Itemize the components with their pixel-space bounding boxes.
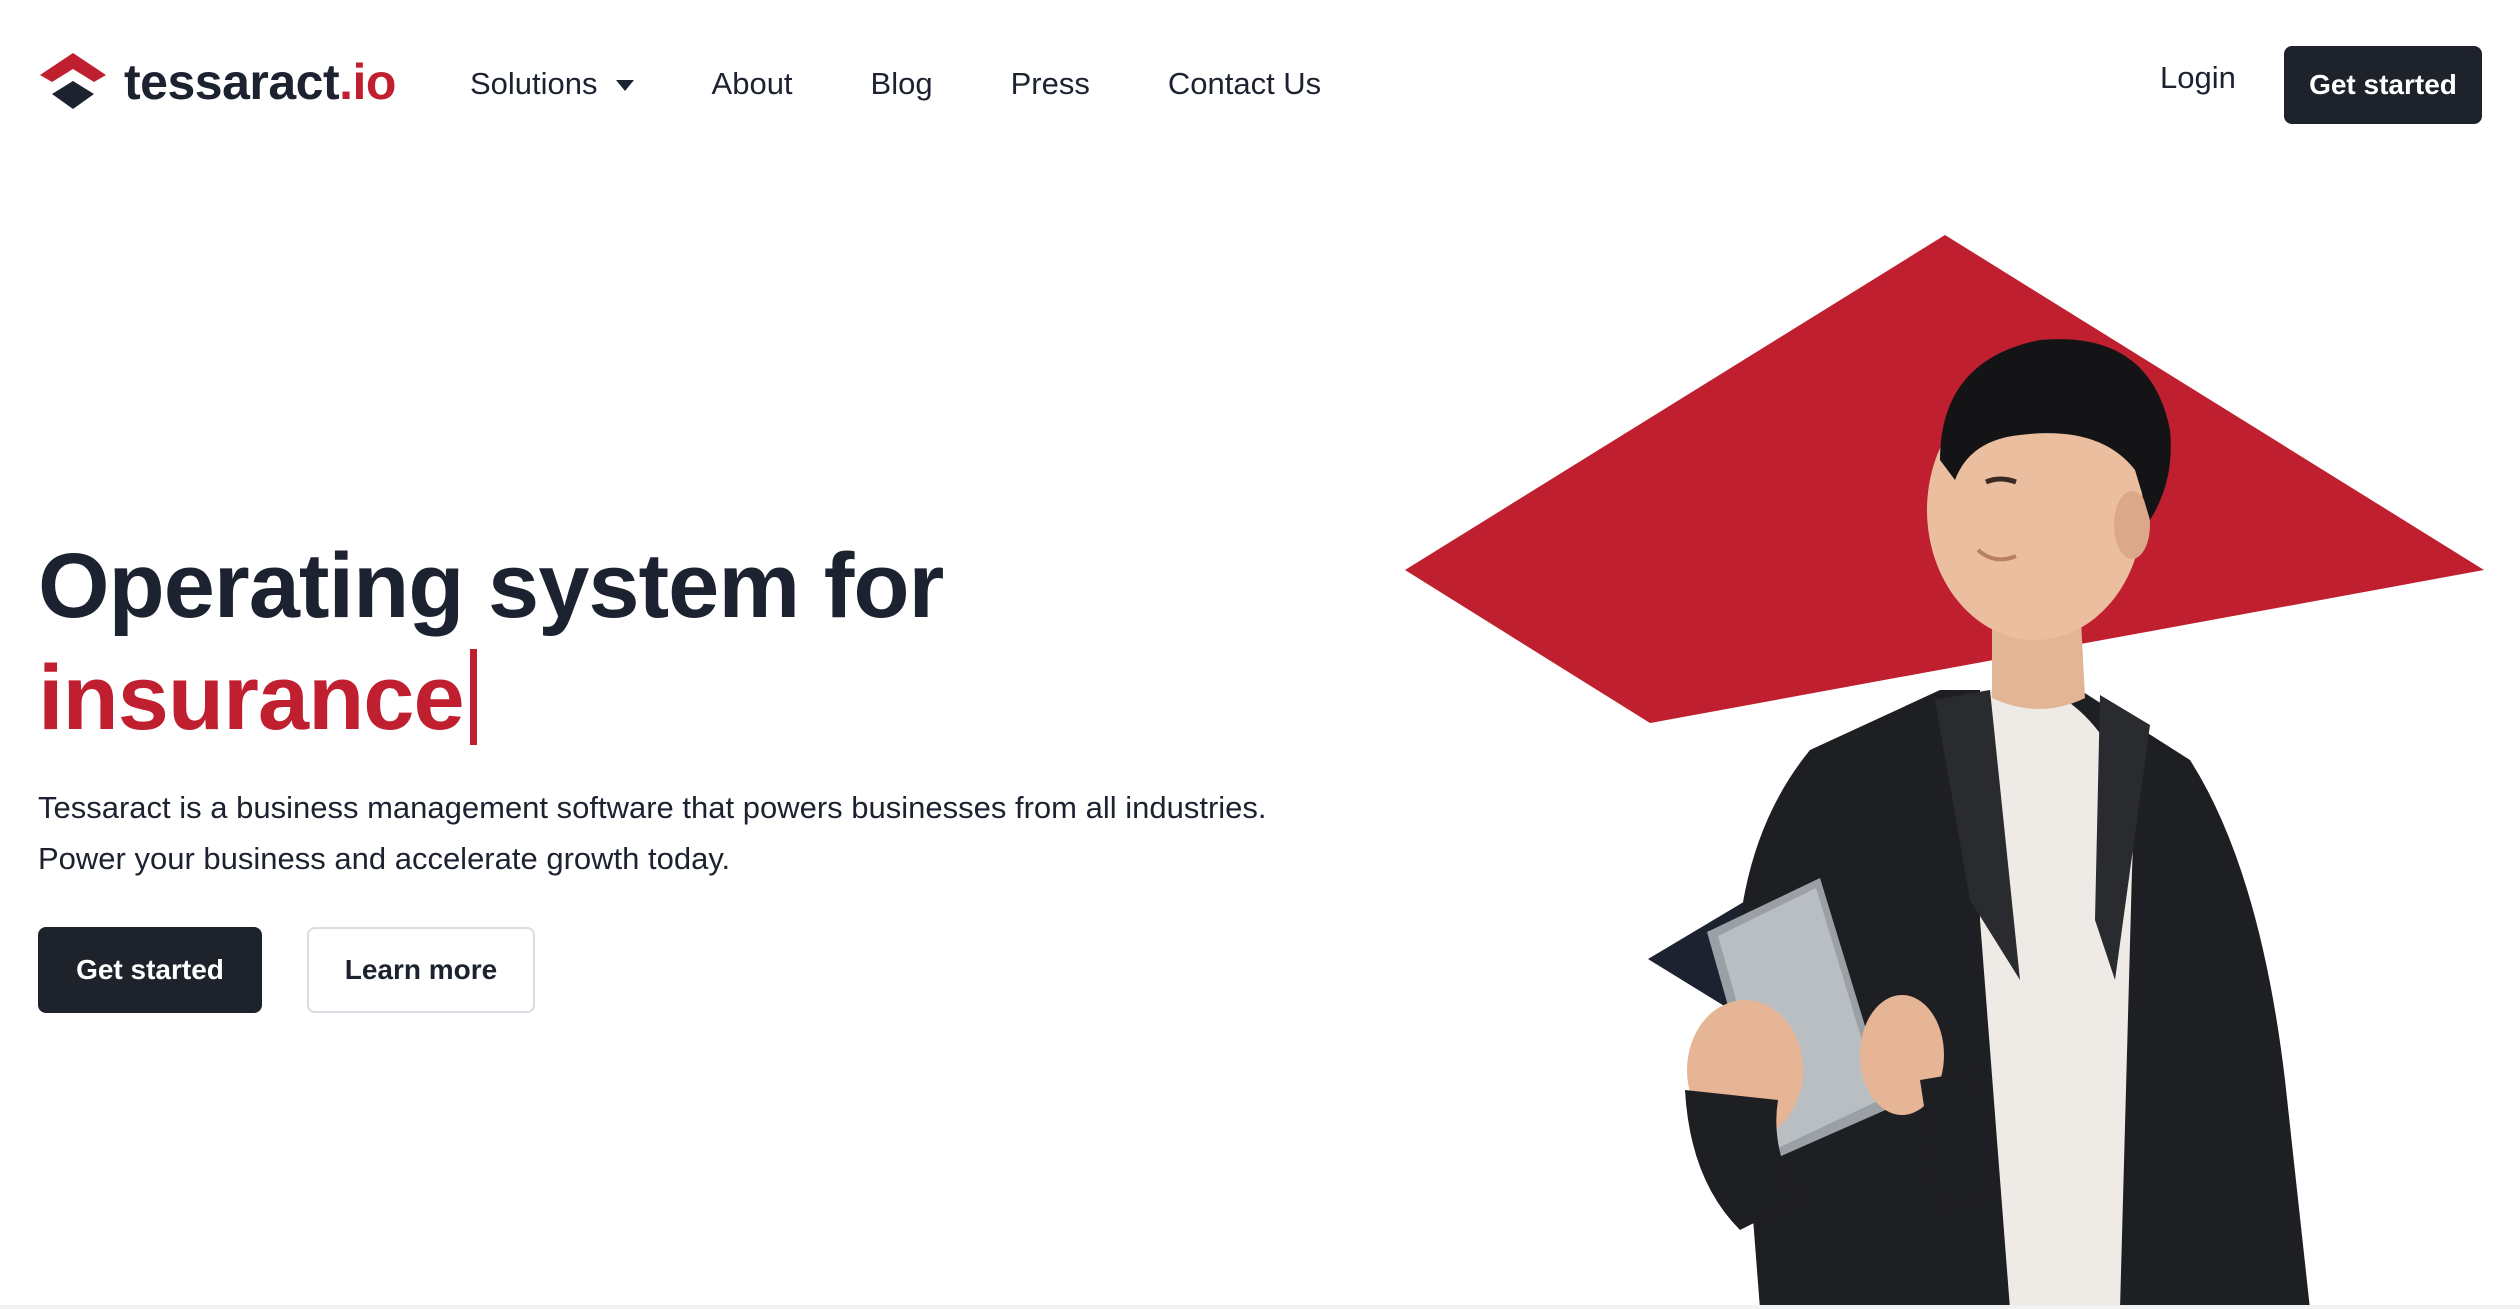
nav-item-label: Blog bbox=[870, 66, 933, 101]
nav-get-started-button[interactable]: Get started bbox=[2284, 46, 2482, 124]
section-divider bbox=[0, 1305, 2520, 1309]
learn-more-button[interactable]: Learn more bbox=[307, 927, 535, 1013]
brand-name: tessaract bbox=[124, 54, 340, 110]
nav-item-label: Solutions bbox=[470, 66, 598, 101]
main-nav: Solutions About Blog Press Contact Us bbox=[470, 56, 1399, 112]
nav-item-blog[interactable]: Blog bbox=[871, 66, 933, 102]
hero-title: Operating system for insurance bbox=[38, 530, 944, 754]
landing-page: tessaract.io Solutions About Blog Press … bbox=[0, 0, 2520, 1309]
hero-description-line: Tessaract is a business management softw… bbox=[38, 790, 1267, 825]
typing-cursor bbox=[469, 649, 477, 745]
nav-item-about[interactable]: About bbox=[712, 66, 793, 102]
nav-item-solutions[interactable]: Solutions bbox=[470, 66, 634, 102]
brand-wordmark: tessaract.io bbox=[124, 53, 396, 111]
caret-down-icon bbox=[615, 79, 634, 91]
nav-item-label: Contact Us bbox=[1167, 66, 1322, 101]
hero-highlight-word: insurance bbox=[38, 647, 465, 749]
hero-actions: Get started Learn more bbox=[38, 927, 535, 1013]
hero-description-line: Power your business and accelerate growt… bbox=[38, 841, 731, 876]
login-link[interactable]: Login bbox=[2160, 60, 2236, 96]
hero-get-started-button[interactable]: Get started bbox=[38, 927, 262, 1013]
hero-image bbox=[1405, 235, 2484, 1309]
hero-title-line: Operating system for bbox=[38, 535, 944, 637]
hero-title-highlight: insurance bbox=[38, 642, 477, 754]
nav-item-label: About bbox=[711, 66, 793, 101]
hero-description: Tessaract is a business management softw… bbox=[38, 782, 1338, 884]
hero-illustration bbox=[1380, 220, 2520, 1309]
brand-tld: .io bbox=[339, 54, 396, 110]
tessaract-logo-icon bbox=[40, 53, 106, 109]
top-navigation: tessaract.io Solutions About Blog Press … bbox=[0, 0, 2520, 170]
brand-logo[interactable]: tessaract.io bbox=[38, 50, 396, 114]
nav-item-contact-us[interactable]: Contact Us bbox=[1168, 66, 1321, 102]
nav-item-label: Press bbox=[1010, 66, 1090, 101]
nav-item-press[interactable]: Press bbox=[1011, 66, 1090, 102]
